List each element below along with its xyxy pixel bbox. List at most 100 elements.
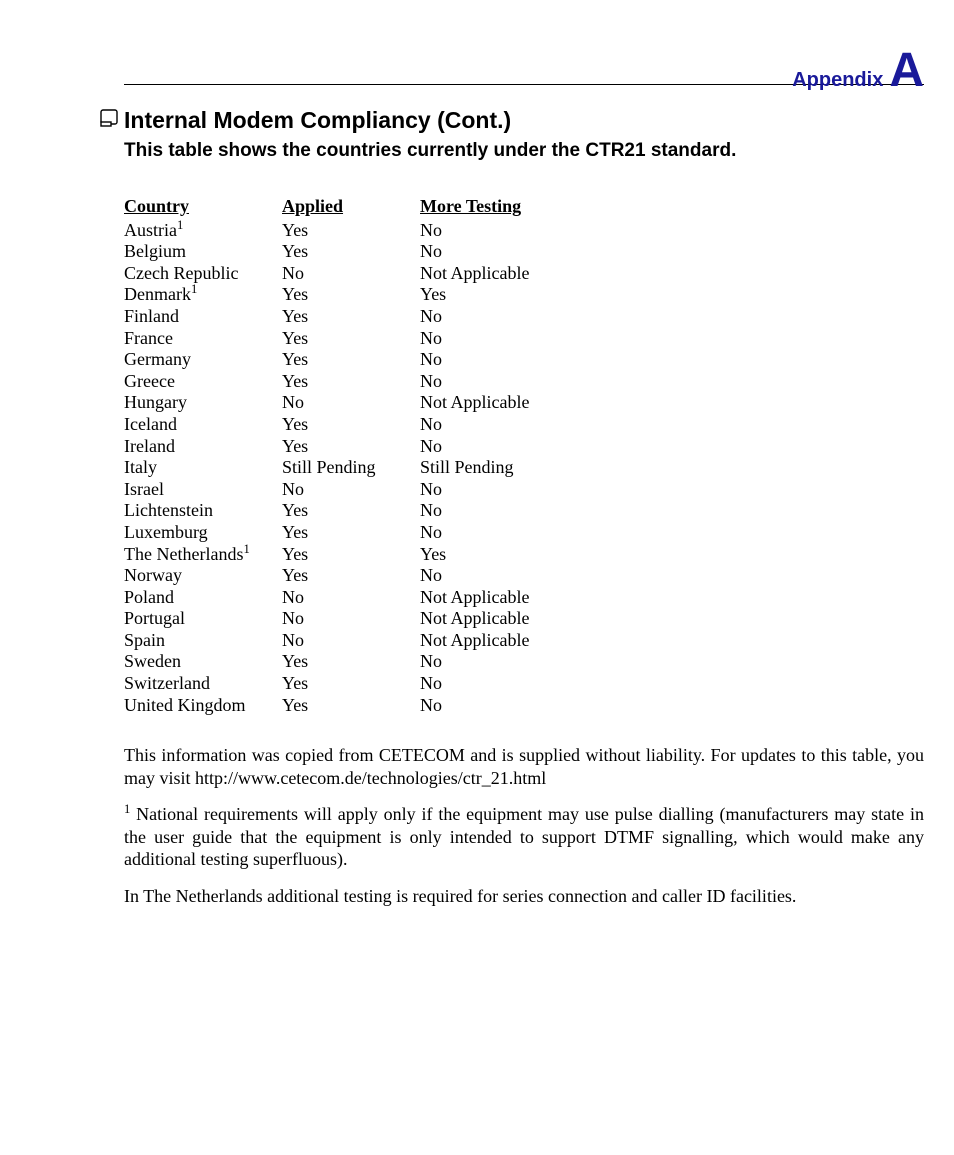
cell-country: Luxemburg <box>124 522 282 544</box>
footnote-ref: 1 <box>243 542 249 556</box>
cell-applied: Yes <box>282 328 420 350</box>
cell-country: Finland <box>124 306 282 328</box>
table-row: IsraelNoNo <box>124 479 578 501</box>
cell-country: Sweden <box>124 651 282 673</box>
table-row: LuxemburgYesNo <box>124 522 578 544</box>
cell-applied: No <box>282 263 420 285</box>
cell-applied: No <box>282 479 420 501</box>
cell-more-testing: No <box>420 328 578 350</box>
cell-country: Germany <box>124 349 282 371</box>
col-header-country: Country <box>124 196 282 220</box>
cell-more-testing: No <box>420 349 578 371</box>
cell-more-testing: No <box>420 522 578 544</box>
table-row: Denmark1YesYes <box>124 284 578 306</box>
cell-more-testing: No <box>420 565 578 587</box>
cell-more-testing: Not Applicable <box>420 587 578 609</box>
cell-country: Norway <box>124 565 282 587</box>
footnote-ref: 1 <box>177 218 183 232</box>
cell-more-testing: Yes <box>420 284 578 306</box>
table-row: Czech RepublicNoNot Applicable <box>124 263 578 285</box>
cell-applied: Yes <box>282 695 420 717</box>
cell-more-testing: No <box>420 306 578 328</box>
note-icon <box>100 109 118 132</box>
table-row: IrelandYesNo <box>124 436 578 458</box>
cell-applied: Yes <box>282 436 420 458</box>
header-rule: AppendixA <box>124 84 924 85</box>
cell-more-testing: No <box>420 500 578 522</box>
cell-country: Czech Republic <box>124 263 282 285</box>
cell-country: Belgium <box>124 241 282 263</box>
cell-country: Lichtenstein <box>124 500 282 522</box>
cell-applied: Yes <box>282 522 420 544</box>
cell-applied: Yes <box>282 651 420 673</box>
table-row: FinlandYesNo <box>124 306 578 328</box>
cell-more-testing: No <box>420 241 578 263</box>
cell-applied: Yes <box>282 306 420 328</box>
cell-more-testing: No <box>420 673 578 695</box>
cell-applied: Yes <box>282 349 420 371</box>
table-row: BelgiumYesNo <box>124 241 578 263</box>
table-row: PortugalNoNot Applicable <box>124 608 578 630</box>
cell-country: Italy <box>124 457 282 479</box>
cell-country: Austria1 <box>124 220 282 242</box>
section-subtitle: This table shows the countries currently… <box>124 140 924 162</box>
appendix-letter: A <box>889 44 924 97</box>
cell-applied: No <box>282 392 420 414</box>
table-row: Austria1YesNo <box>124 220 578 242</box>
section-title: Internal Modem Compliancy (Cont.) <box>124 107 511 134</box>
compliancy-table: Country Applied More Testing Austria1Yes… <box>124 196 578 716</box>
cell-country: Ireland <box>124 436 282 458</box>
cell-country: France <box>124 328 282 350</box>
cell-applied: Yes <box>282 565 420 587</box>
cell-country: Denmark1 <box>124 284 282 306</box>
cell-country: Greece <box>124 371 282 393</box>
col-header-applied: Applied <box>282 196 420 220</box>
cell-applied: Still Pending <box>282 457 420 479</box>
cell-more-testing: No <box>420 371 578 393</box>
cell-more-testing: No <box>420 436 578 458</box>
cell-applied: Yes <box>282 673 420 695</box>
cell-more-testing: Not Applicable <box>420 263 578 285</box>
cell-country: Iceland <box>124 414 282 436</box>
appendix-label: Appendix A <box>792 47 924 95</box>
cell-applied: Yes <box>282 544 420 566</box>
table-header-row: Country Applied More Testing <box>124 196 578 220</box>
cell-country: Poland <box>124 587 282 609</box>
cell-more-testing: No <box>420 695 578 717</box>
col-header-more-testing: More Testing <box>420 196 578 220</box>
cell-more-testing: No <box>420 479 578 501</box>
cell-country: The Netherlands1 <box>124 544 282 566</box>
cell-applied: Yes <box>282 241 420 263</box>
cell-country: United Kingdom <box>124 695 282 717</box>
cell-more-testing: Yes <box>420 544 578 566</box>
cell-more-testing: Not Applicable <box>420 608 578 630</box>
cell-applied: No <box>282 630 420 652</box>
table-row: NorwayYesNo <box>124 565 578 587</box>
cell-country: Portugal <box>124 608 282 630</box>
table-row: ItalyStill PendingStill Pending <box>124 457 578 479</box>
info-paragraph: This information was copied from CETECOM… <box>124 744 924 789</box>
table-row: United KingdomYesNo <box>124 695 578 717</box>
footnote-paragraph: 1 National requirements will apply only … <box>124 803 924 871</box>
footnote-text: National requirements will apply only if… <box>124 804 924 869</box>
cell-country: Hungary <box>124 392 282 414</box>
netherlands-note: In The Netherlands additional testing is… <box>124 885 924 908</box>
document-page: Appendix A Internal Modem Compliancy (Con… <box>0 0 954 1155</box>
cell-more-testing: Still Pending <box>420 457 578 479</box>
cell-applied: Yes <box>282 220 420 242</box>
cell-country: Israel <box>124 479 282 501</box>
table-row: GermanyYesNo <box>124 349 578 371</box>
cell-applied: No <box>282 587 420 609</box>
table-row: LichtensteinYesNo <box>124 500 578 522</box>
cell-applied: No <box>282 608 420 630</box>
table-row: IcelandYesNo <box>124 414 578 436</box>
cell-applied: Yes <box>282 371 420 393</box>
cell-country: Spain <box>124 630 282 652</box>
footnote-ref: 1 <box>191 282 197 296</box>
cell-more-testing: No <box>420 220 578 242</box>
cell-applied: Yes <box>282 284 420 306</box>
table-row: The Netherlands1YesYes <box>124 544 578 566</box>
cell-applied: Yes <box>282 414 420 436</box>
appendix-word: Appendix <box>792 69 883 91</box>
table-row: SpainNoNot Applicable <box>124 630 578 652</box>
